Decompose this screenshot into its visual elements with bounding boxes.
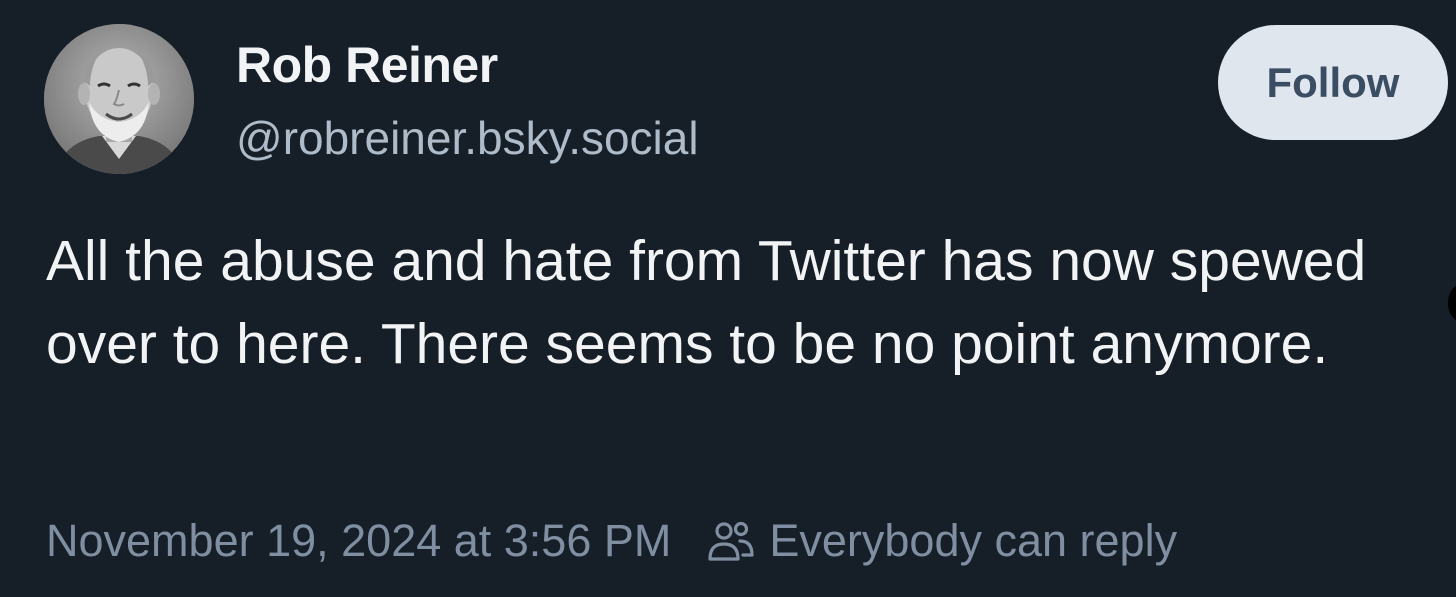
reply-setting-label[interactable]: Everybody can reply bbox=[769, 515, 1177, 567]
author-display-name[interactable]: Rob Reiner bbox=[236, 34, 498, 96]
edge-dot bbox=[1448, 285, 1456, 321]
post-timestamp[interactable]: November 19, 2024 at 3:56 PM bbox=[46, 515, 671, 567]
post-card: Rob Reiner @robreiner.bsky.social Follow… bbox=[0, 0, 1456, 597]
post-footer: November 19, 2024 at 3:56 PM Everybody c… bbox=[46, 510, 1177, 572]
people-icon bbox=[707, 519, 755, 563]
follow-button[interactable]: Follow bbox=[1218, 25, 1448, 140]
author-handle[interactable]: @robreiner.bsky.social bbox=[236, 108, 699, 168]
post-text: All the abuse and hate from Twitter has … bbox=[46, 229, 1367, 376]
avatar[interactable] bbox=[44, 24, 194, 174]
avatar-image bbox=[44, 24, 194, 174]
